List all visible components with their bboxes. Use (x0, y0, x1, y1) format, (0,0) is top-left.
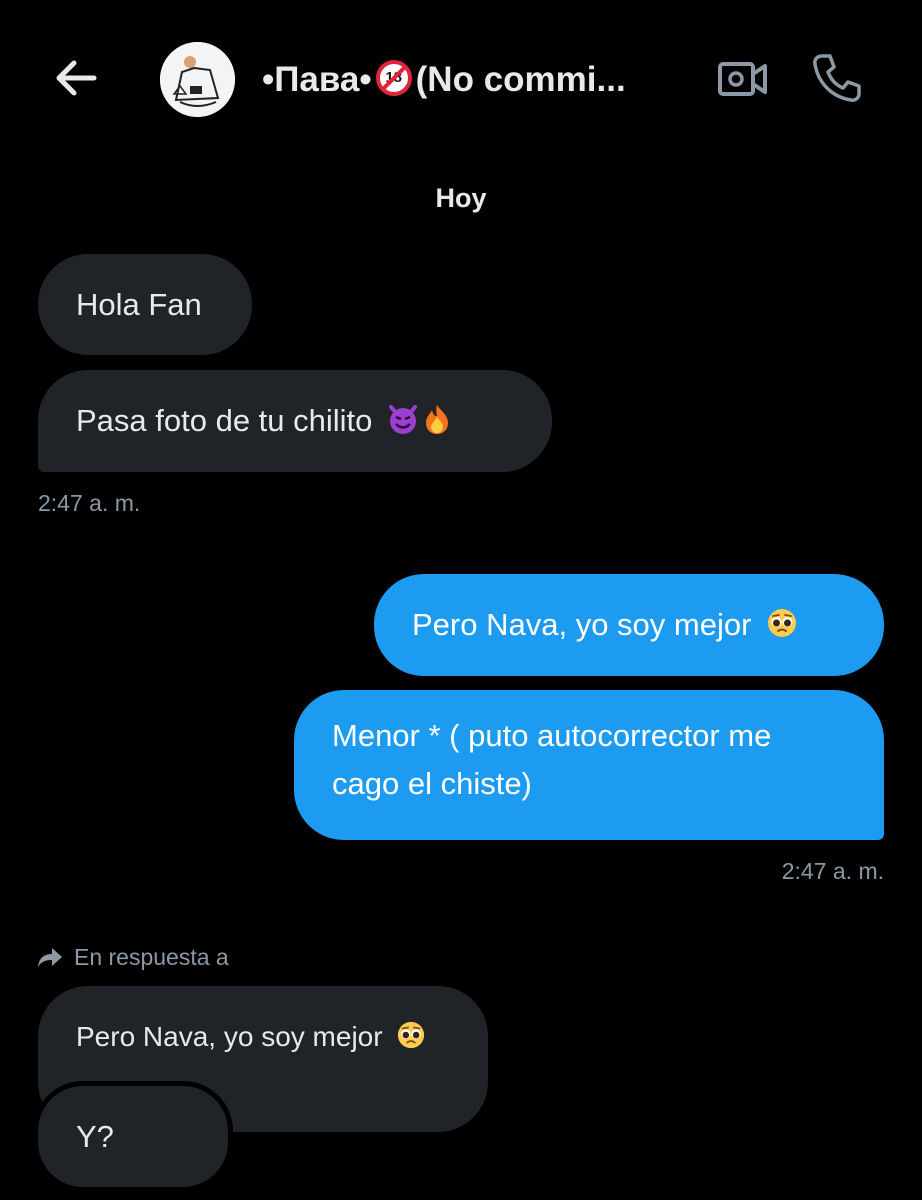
outgoing-message[interactable]: Pero Nava, yo soy mejor (374, 574, 884, 676)
day-separator: Hoy (435, 183, 487, 213)
contact-avatar[interactable] (160, 42, 235, 117)
reply-context: En respuesta a (36, 942, 229, 972)
chat-header: •Пава• 18 (No commi... (0, 0, 922, 160)
incoming-message[interactable]: Pasa foto de tu chilito (38, 370, 552, 472)
contact-name-part2: (No commi... (415, 60, 626, 99)
incoming-message[interactable]: Hola Fan (38, 254, 252, 355)
no-under-18-icon: 18 (375, 60, 412, 96)
back-arrow-icon[interactable] (50, 52, 102, 104)
smiling-devil-emoji-icon (389, 405, 418, 434)
reply-label-text: En respuesta a (74, 944, 229, 970)
message-text: Y? (76, 1119, 114, 1154)
avatar-drawing-icon (160, 42, 235, 117)
contact-name-part1: •Пава• (262, 60, 372, 99)
outgoing-message[interactable]: Menor * ( puto autocorrector me cago el … (294, 690, 884, 840)
message-timestamp: 2:47 a. m. (781, 858, 884, 884)
fire-emoji-icon (426, 405, 449, 434)
quoted-text: Pero Nava, yo soy mejor (76, 1021, 383, 1052)
message-timestamp: 2:47 a. m. (38, 490, 141, 516)
reply-arrow-icon (38, 948, 62, 967)
message-text: Pasa foto de tu chilito (76, 403, 373, 438)
phone-icon[interactable] (808, 50, 864, 106)
pleading-face-emoji-icon (768, 609, 797, 637)
incoming-message[interactable]: Y? (33, 1081, 233, 1192)
message-text-line: Menor * ( puto autocorrector me (332, 718, 772, 753)
message-text-line: cago el chiste) (332, 766, 532, 801)
message-text: Pero Nava, yo soy mejor (412, 607, 752, 642)
pleading-face-emoji-icon (398, 1021, 425, 1049)
message-text: Hola Fan (76, 287, 202, 322)
video-call-icon[interactable] (716, 54, 770, 104)
contact-name[interactable]: •Пава• 18 (No commi... (262, 58, 692, 102)
